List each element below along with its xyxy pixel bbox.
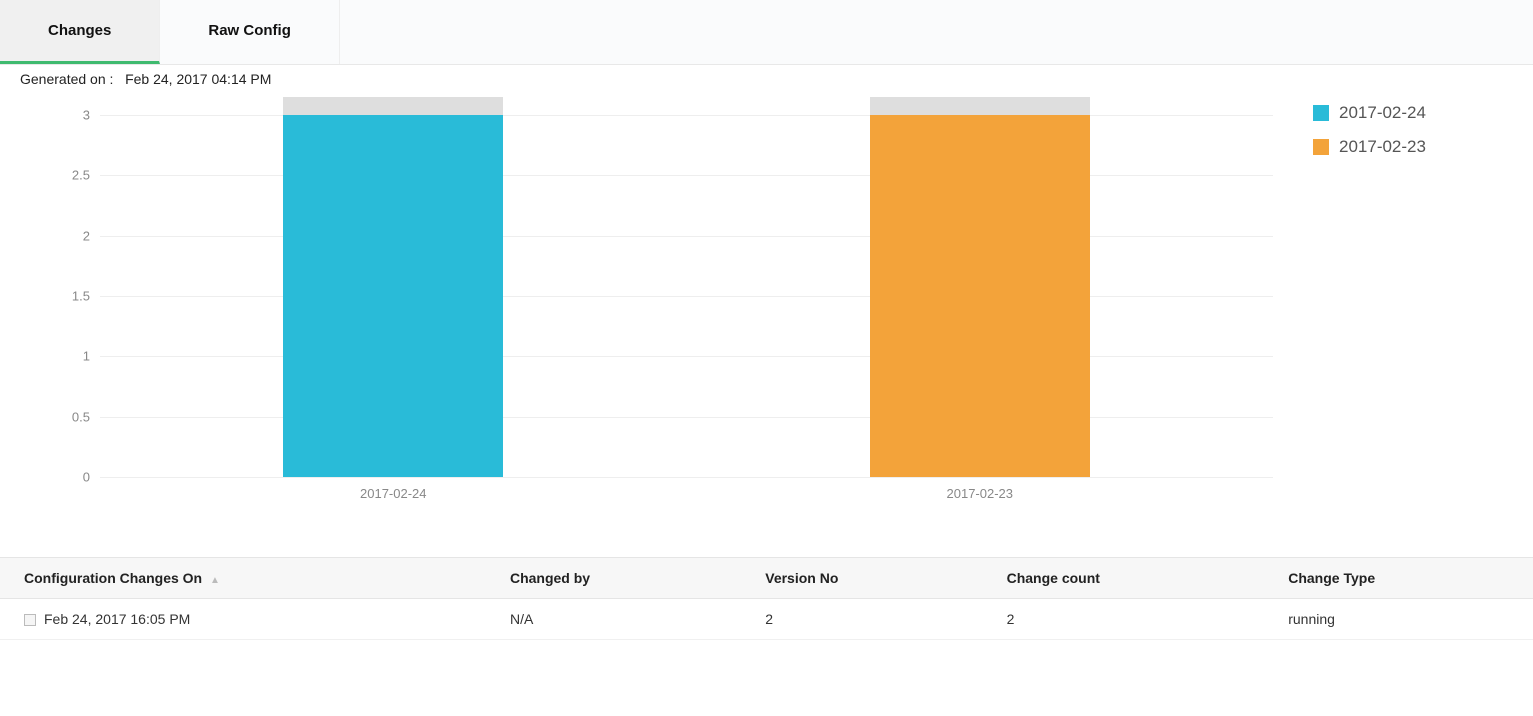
bar-value xyxy=(870,115,1090,477)
cell: Feb 24, 2017 16:05 PM xyxy=(0,599,486,640)
col-config-changes-on[interactable]: Configuration Changes On ▲ xyxy=(0,558,486,599)
tab-raw-config[interactable]: Raw Config xyxy=(160,0,340,64)
legend-label: 2017-02-24 xyxy=(1339,103,1426,123)
cell-changed-by: N/A xyxy=(486,599,741,640)
cell-config-changes-on: Feb 24, 2017 16:05 PM xyxy=(44,611,190,627)
bar-value xyxy=(283,115,503,477)
y-tick-label: 1.5 xyxy=(50,289,90,304)
col-change-type[interactable]: Change Type xyxy=(1264,558,1533,599)
legend-item[interactable]: 2017-02-24 xyxy=(1313,103,1513,123)
x-tick-label: 2017-02-24 xyxy=(360,486,427,501)
legend-item[interactable]: 2017-02-23 xyxy=(1313,137,1513,157)
bar-group: 2017-02-24 xyxy=(100,97,687,477)
generated-label: Generated on : xyxy=(20,71,113,87)
y-tick-label: 2.5 xyxy=(50,168,90,183)
col-version-no[interactable]: Version No xyxy=(741,558,982,599)
table-row[interactable]: Feb 24, 2017 16:05 PMN/A22running xyxy=(0,599,1533,640)
chart-legend: 2017-02-24 2017-02-23 xyxy=(1293,87,1513,507)
table-header-row: Configuration Changes On ▲ Changed by Ve… xyxy=(0,558,1533,599)
bar-group: 2017-02-23 xyxy=(687,97,1274,477)
tab-changes[interactable]: Changes xyxy=(0,0,160,64)
y-tick-label: 2 xyxy=(50,228,90,243)
changes-bar-chart: 00.511.522.532017-02-242017-02-23 xyxy=(20,87,1293,507)
legend-swatch-icon xyxy=(1313,139,1329,155)
generated-on: Generated on : Feb 24, 2017 04:14 PM xyxy=(0,65,1533,87)
expand-icon[interactable] xyxy=(24,614,36,626)
legend-label: 2017-02-23 xyxy=(1339,137,1426,157)
y-tick-label: 0 xyxy=(50,470,90,485)
x-tick-label: 2017-02-23 xyxy=(947,486,1014,501)
gridline xyxy=(100,477,1273,478)
cell-version-no: 2 xyxy=(741,599,982,640)
bar[interactable] xyxy=(870,97,1090,477)
legend-swatch-icon xyxy=(1313,105,1329,121)
y-tick-label: 0.5 xyxy=(50,409,90,424)
cell-change-type: running xyxy=(1264,599,1533,640)
y-tick-label: 1 xyxy=(50,349,90,364)
y-tick-label: 3 xyxy=(50,108,90,123)
col-changed-by[interactable]: Changed by xyxy=(486,558,741,599)
generated-value: Feb 24, 2017 04:14 PM xyxy=(125,71,271,87)
col-label: Configuration Changes On xyxy=(24,570,202,586)
bar[interactable] xyxy=(283,97,503,477)
sort-asc-icon: ▲ xyxy=(210,575,220,586)
col-change-count[interactable]: Change count xyxy=(983,558,1265,599)
changes-table: Configuration Changes On ▲ Changed by Ve… xyxy=(0,557,1533,640)
cell-change-count: 2 xyxy=(983,599,1265,640)
tabs: Changes Raw Config xyxy=(0,0,1533,65)
